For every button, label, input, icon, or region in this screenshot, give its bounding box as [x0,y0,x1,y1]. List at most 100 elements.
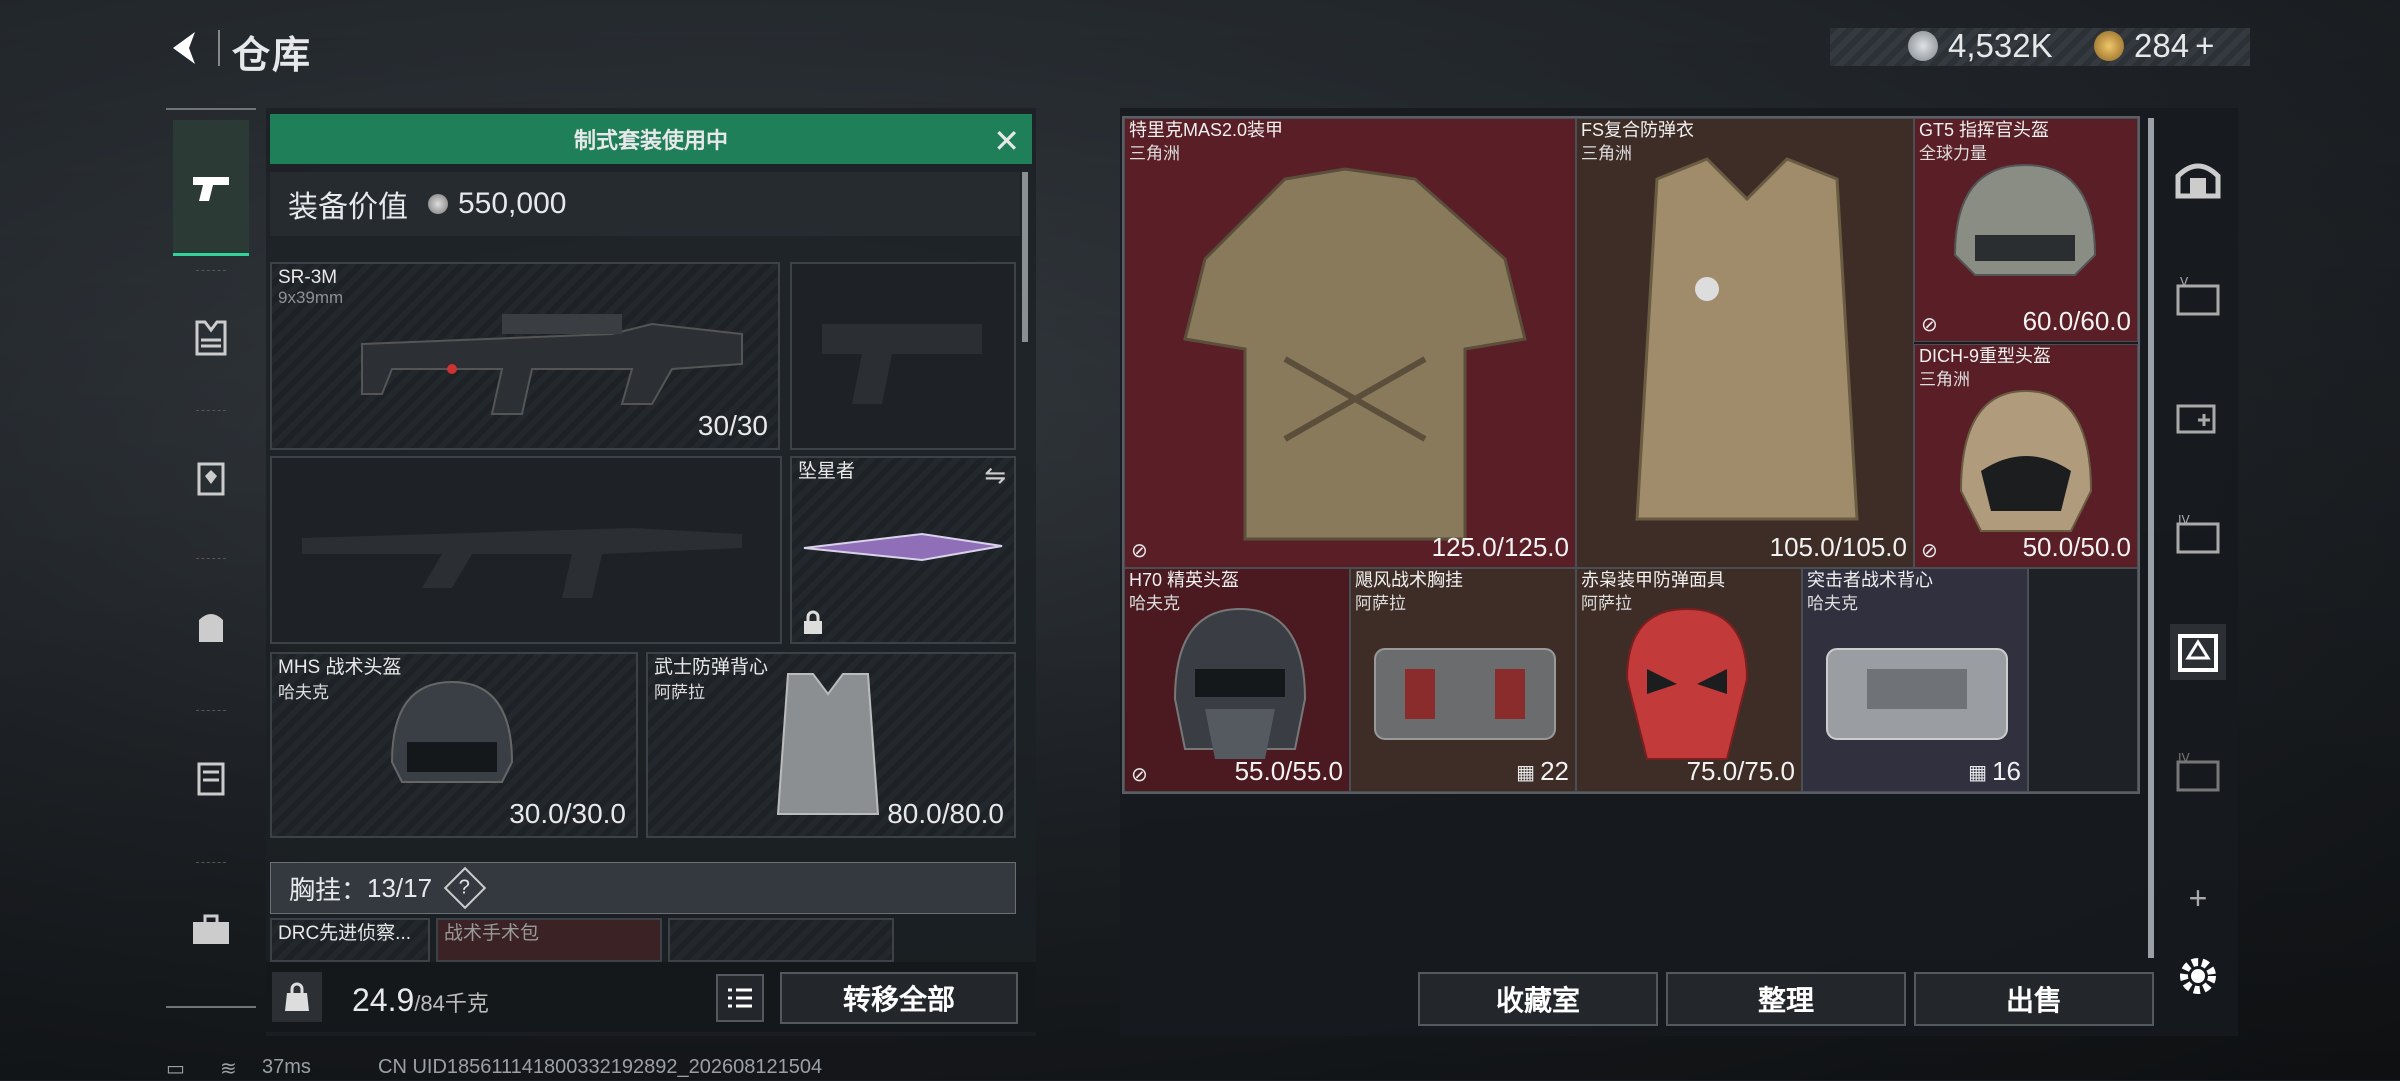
capacity-icon: ▦ [1516,762,1535,784]
primary-weapon-slot[interactable]: SR-3M 9x39mm 30/30 [270,262,780,450]
category-nav [166,108,256,1008]
stash-page-5[interactable]: V [2170,268,2226,324]
stash-page-4[interactable]: IV [2170,506,2226,562]
nav-locker[interactable] [173,710,249,846]
stash-item[interactable]: 赤枭装甲防弹面具 阿萨拉 75.0/75.0 [1576,568,1802,792]
stash-item[interactable]: 飓风战术胸挂 阿萨拉 ▦ 22 [1350,568,1576,792]
stash-item[interactable]: 特里克MAS2.0装甲 三角洲 ⊘ 125.0/125.0 [1124,118,1576,568]
stash-page-iv2[interactable]: IV [2170,744,2226,800]
settings-button[interactable] [2170,948,2226,1004]
samurai-vest-image [776,673,880,815]
weight-current: 24.9 [352,982,415,1018]
helmet-faction: 哈夫克 [278,683,329,702]
header-divider [218,30,220,66]
collection-room-button[interactable]: 收藏室 [1418,972,1658,1026]
close-icon[interactable]: ✕ [993,122,1020,160]
chest-item[interactable]: 战术手术包 [436,918,662,962]
item-durability: 125.0/125.0 [1431,532,1569,562]
toolbox-icon [193,914,229,944]
chest-item-empty[interactable] [668,918,894,962]
knife-image [803,532,1003,562]
locker-icon [197,762,225,796]
dich9-helmet-image [1959,389,2093,532]
nav-backpack[interactable] [173,558,249,694]
user-uid: CN UID18561114180033219289​2_20260812150… [378,1056,823,1078]
nav-weapons[interactable] [173,120,249,256]
list-view-button[interactable] [716,974,764,1022]
add-currency-icon[interactable]: + [2195,27,2214,65]
equipment-value-row: 装备价值 550,000 [270,172,1020,236]
stash-page-1[interactable] [2170,150,2226,206]
ping-readout: 37ms [262,1056,311,1078]
item-name: 飓风战术胸挂 [1355,570,1463,590]
currency-gold[interactable]: 284 + [2094,26,2214,66]
item-faction: 阿萨拉 [1355,594,1406,613]
vest-icon [195,320,227,356]
add-stash-page-button[interactable]: + [2170,870,2226,926]
lock-icon [804,610,822,634]
banner-text: 制式套装使用中 [573,128,728,153]
nav-armor[interactable] [173,410,249,546]
chest-item-name: DRC先进侦察... [278,923,412,944]
mas-armor-image [1183,167,1527,541]
sell-button[interactable]: 出售 [1914,972,2154,1026]
item-name: FS复合防弹衣 [1581,120,1695,140]
weight-readout: 24.9/84千克 [352,982,489,1019]
weight-icon [272,972,322,1022]
sort-button[interactable]: 整理 [1666,972,1906,1026]
melee-name: 坠星者 [798,461,856,482]
h70-helmet-image [1173,607,1307,759]
item-faction: 哈夫克 [1807,594,1858,613]
loadout-banner: 制式套装使用中 ✕ [270,114,1032,164]
sr3m-rifle-image [361,314,743,415]
svg-text:IV: IV [2178,751,2191,765]
wifi-icon: ≋ [220,1058,237,1080]
backpack-icon [199,614,223,642]
chest-item[interactable]: DRC先进侦察... [270,918,430,962]
list-icon [728,988,752,1008]
battery-icon: ▭ [166,1058,185,1080]
swap-icon[interactable]: ⇋ [984,460,1006,491]
stash-item[interactable]: 突击者战术背心 哈夫克 ▦ 16 [1802,568,2028,792]
no-repair-icon: ⊘ [1921,314,1938,336]
armor-name: 武士防弹背心 [654,657,769,678]
transfer-all-button[interactable]: 转移全部 [780,972,1018,1024]
rifle-silhouette-icon [302,528,742,598]
stash-item[interactable]: GT5 指挥官头盔 全球力量 ⊘ 60.0/60.0 [1914,118,2138,342]
stash-scrollbar[interactable] [2148,118,2154,958]
secondary-weapon-slot[interactable] [270,456,782,644]
item-name: DICH-9重型头盔 [1919,346,2052,366]
currency-silver[interactable]: 4,532K [1908,26,2053,66]
stash-plus-icon [2176,404,2216,434]
stash-empty-cell[interactable] [2028,568,2138,792]
chest-rig-row[interactable]: 胸挂： 13/17 ? [270,862,1016,914]
helmet-slot[interactable]: MHS 战术头盔 哈夫克 30.0/30.0 [270,652,638,838]
armor-durability: 80.0/80.0 [887,798,1004,829]
back-arrow-icon [173,32,195,64]
nav-vest[interactable] [173,270,249,406]
helmet-durability: 30.0/30.0 [509,798,626,829]
stash-item[interactable]: FS复合防弹衣 三角洲 105.0/105.0 [1576,118,1914,568]
stash-item[interactable]: DICH-9重型头盔 三角洲 ⊘ 50.0/50.0 [1914,344,2138,568]
item-capacity: 22 [1540,756,1569,786]
stash-page-active[interactable] [2170,624,2226,680]
pistol-slot[interactable] [790,262,1016,450]
stash-item[interactable]: H70 精英头盔 哈夫克 ⊘ 55.0/55.0 [1124,568,1350,792]
stash-iv2-icon: IV [2176,751,2220,792]
gt5-helmet-image [1953,163,2097,276]
item-durability: 55.0/55.0 [1234,756,1343,786]
svg-text:V: V [2180,275,2189,289]
stash-page-add[interactable] [2170,388,2226,444]
svg-text:IV: IV [2178,513,2191,527]
stash-iv-icon: IV [2176,513,2220,554]
kettlebell-icon [285,982,309,1011]
nav-toolbox[interactable] [173,862,249,998]
item-name: GT5 指挥官头盔 [1919,120,2050,140]
melee-slot[interactable]: 坠星者 ⇋ [790,456,1016,644]
no-repair-icon: ⊘ [1921,540,1938,562]
back-button[interactable] [160,26,210,70]
help-icon[interactable]: ? [443,866,487,910]
silver-coin-icon [428,194,448,214]
armor-slot[interactable]: 武士防弹背心 阿萨拉 80.0/80.0 [646,652,1016,838]
loadout-scrollbar[interactable] [1022,172,1028,342]
